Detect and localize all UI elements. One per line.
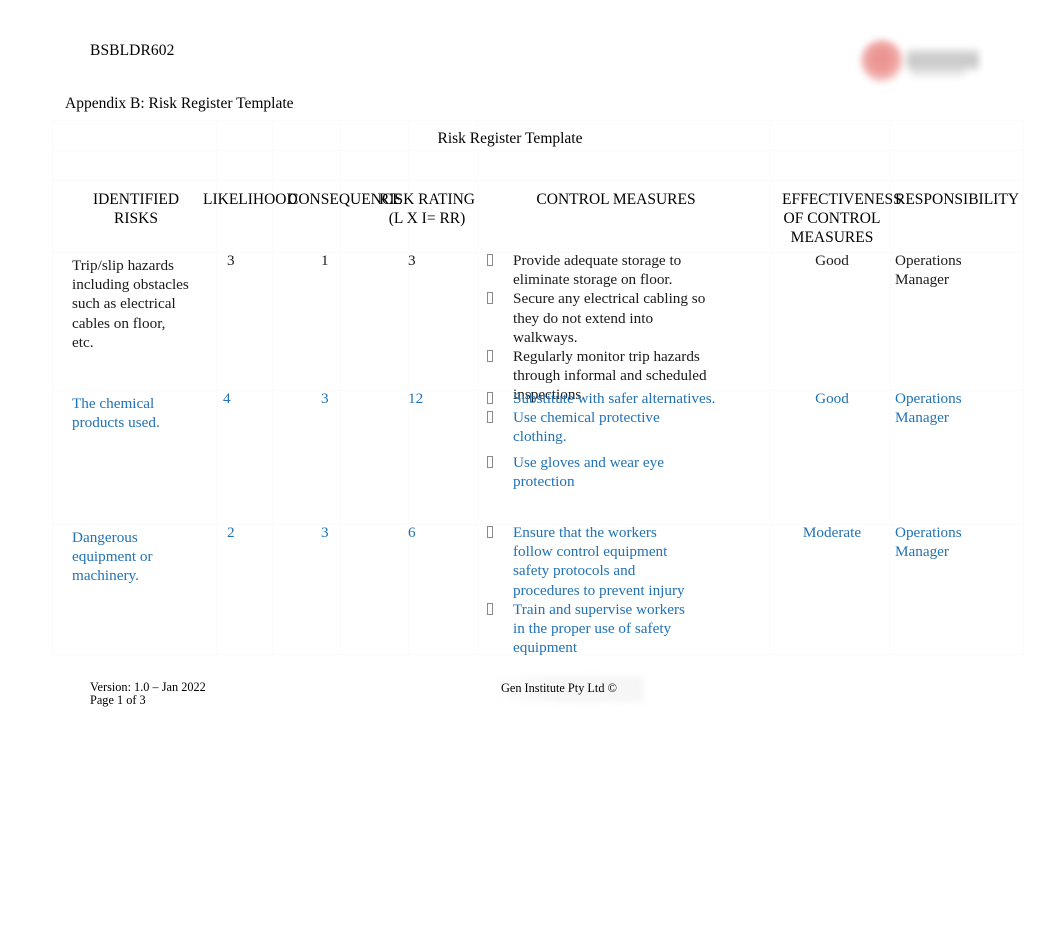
logo-circle-icon [861,40,903,82]
institute-logo [855,36,985,84]
appendix-title: Appendix B: Risk Register Template [65,95,294,112]
table-row: Ensure that the workers follow control e… [487,523,697,657]
table-border-vertical [770,120,771,655]
list-item-label: Secure any electrical cabling so they do… [513,290,706,346]
table-row: Substitute with safer alternatives. Use … [487,389,717,491]
table-row: Operations Manager [895,524,962,561]
table-border-vertical [1023,120,1024,655]
column-header-effectiveness: EFFECTIVENESS OF CONTROL MEASURES [782,191,902,246]
document-page: BSBLDR602 Appendix B: Risk Register Temp… [0,0,1062,935]
footer-version: Version: 1.0 – Jan 2022 [90,680,206,694]
logo-subtext [911,68,965,76]
table-row: 3 [408,252,416,269]
control-measures-list: Provide adequate storage to eliminate st… [487,251,717,405]
bullet-box-icon [487,455,493,468]
list-item-label: Provide adequate storage to eliminate st… [513,252,682,289]
column-header-risk-rating: RISK RATING (L X I= RR) [378,190,476,228]
table-row: 3 [227,252,235,269]
list-item: Provide adequate storage to eliminate st… [487,251,717,289]
table-row: Operations Manager [895,252,962,289]
list-item: Use gloves and wear eye protection [487,453,717,491]
table-row: Good [815,390,849,407]
control-measures-list: Substitute with safer alternatives. Use … [487,389,717,491]
table-row: 3 [321,524,329,541]
column-header-risk-rating-formula: (L X I= RR) [388,210,466,227]
column-header-responsibility: RESPONSIBILITY [895,191,1020,208]
list-item-label: Use chemical protective clothing. [513,409,660,446]
column-header-risk-rating-main: RISK RATING [378,191,476,208]
list-item-label: Use gloves and wear eye protection [513,453,664,490]
list-item: Use chemical protective clothing. [487,408,717,446]
table-border-vertical [477,120,478,655]
list-item-label: Train and supervise workers in the prope… [513,600,685,657]
footer-highlight-artifact [492,676,644,702]
list-item-label: Ensure that the workers follow control e… [513,524,685,599]
table-row: 4 [223,390,231,407]
table-row: Good [815,252,849,269]
list-item: Ensure that the workers follow control e… [487,523,697,600]
table-row: Operations Manager [895,390,962,427]
table-border-horizontal [52,180,1024,181]
bullet-box-icon [487,526,493,538]
table-border-horizontal [52,150,1024,151]
list-item: Substitute with safer alternatives. [487,389,717,408]
list-item: Secure any electrical cabling so they do… [487,289,717,347]
table-row: Trip/slip hazards including obstacles su… [72,257,189,351]
table-row: 1 [321,252,329,269]
table-border-horizontal [52,120,1024,121]
list-item: Train and supervise workers in the prope… [487,600,697,658]
table-row: 3 [321,390,329,407]
bullet-box-icon [487,411,493,424]
table-row: 12 [408,390,424,407]
column-header-likelihood: LIKELIHOOD [203,191,298,208]
column-header-identified-risks: IDENTIFIED RISKS [92,191,180,227]
table-row: Dangerous equipment or machinery. [72,529,153,585]
table-title: Risk Register Template [437,130,583,147]
bullet-box-icon [487,350,493,363]
list-item-label: Substitute with safer alternatives. [513,390,716,407]
table-row: Moderate [802,524,862,541]
bullet-box-icon [487,254,493,266]
table-row: 6 [408,524,416,541]
bullet-box-icon [487,392,493,404]
control-measures-list: Ensure that the workers follow control e… [487,523,697,657]
table-border-vertical [52,120,53,655]
bullet-box-icon [487,292,493,305]
table-row: The chemical products used. [72,395,160,432]
table-row: 2 [227,524,235,541]
document-code: BSBLDR602 [90,42,175,59]
column-header-control-measures: CONTROL MEASURES [536,191,696,208]
bullet-box-icon [487,602,493,615]
footer-page-number: Page 1 of 3 [90,693,146,707]
footer-copyright: Gen Institute Pty Ltd © [501,681,617,695]
table-row: Provide adequate storage to eliminate st… [487,251,717,405]
column-header-consequence: CONSEQUENCE [288,191,402,208]
